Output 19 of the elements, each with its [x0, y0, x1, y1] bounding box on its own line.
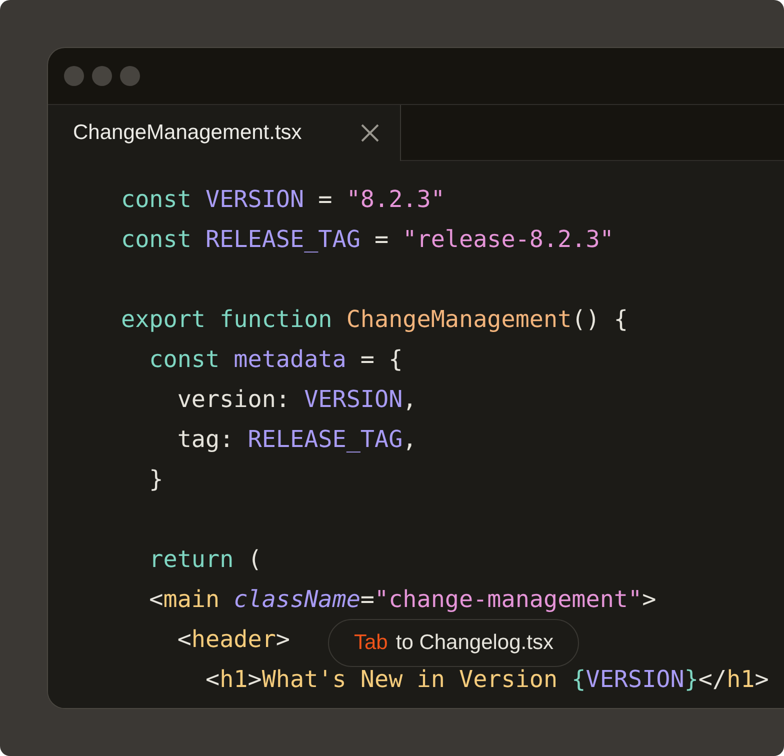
code-line: <main className="change-management">: [149, 584, 656, 615]
code-line: tag: RELEASE_TAG,: [177, 424, 417, 455]
code-line: }: [149, 464, 164, 495]
window-button-icon[interactable]: [64, 66, 84, 86]
code-line: version: VERSION,: [177, 384, 417, 415]
code-line: export function ChangeManagement() {: [121, 304, 628, 335]
window-button-icon[interactable]: [120, 66, 140, 86]
code-line: <h1>What's New in Version {VERSION}</h1>: [205, 664, 769, 695]
code-line: const RELEASE_TAG = "release-8.2.3": [121, 224, 614, 255]
code-line: const metadata = {: [149, 344, 403, 375]
code-line: const VERSION = "8.2.3": [121, 184, 445, 215]
code-line: return (: [149, 544, 262, 575]
key-label: Tab: [354, 630, 388, 656]
code-editor[interactable]: [48, 161, 784, 708]
close-icon[interactable]: [360, 123, 380, 143]
code-line: <header>: [177, 624, 290, 655]
window-button-icon[interactable]: [92, 66, 112, 86]
file-tab[interactable]: ChangeManagement.tsx: [48, 105, 401, 161]
hint-text: to Changelog.tsx: [396, 630, 554, 656]
